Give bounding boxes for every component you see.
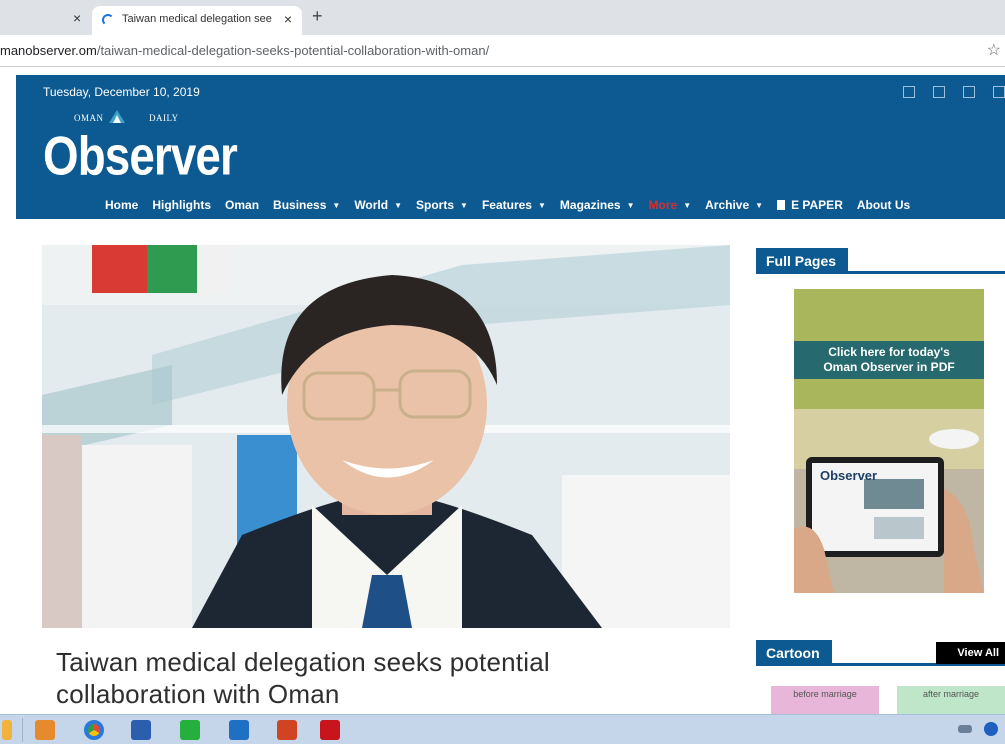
nav-oman[interactable]: Oman: [225, 198, 259, 212]
nav-label: Business: [273, 198, 327, 212]
url-path: /taiwan-medical-delegation-seeks-potenti…: [96, 43, 490, 58]
view-all-button[interactable]: View All: [936, 642, 1005, 664]
nav-epaper[interactable]: E PAPER: [777, 198, 843, 212]
logo-tagline-left: OMAN: [74, 113, 104, 123]
new-tab-button[interactable]: +: [312, 6, 323, 27]
previous-tab-close-button[interactable]: ×: [73, 10, 81, 26]
help-icon[interactable]: [984, 722, 998, 736]
windows-taskbar: [0, 714, 1005, 744]
nav-more[interactable]: More ▼: [649, 198, 692, 212]
promo-line-1: Click here for today's: [828, 345, 950, 359]
nav-world[interactable]: World ▼: [354, 198, 402, 212]
bookmark-star-icon[interactable]: ☆: [987, 40, 1001, 60]
caret-down-icon: ▼: [683, 200, 692, 210]
taskbar-divider: [22, 718, 23, 742]
social-icon[interactable]: [963, 86, 975, 98]
nav-label: About Us: [856, 198, 911, 212]
logo-emblem-icon: [109, 110, 125, 123]
loading-spinner-icon: [102, 14, 114, 26]
social-icon[interactable]: [903, 86, 915, 98]
social-icon[interactable]: [993, 86, 1005, 98]
address-bar[interactable]: manobserver.om/taiwan-medical-delegation…: [0, 35, 1005, 67]
chrome-icon[interactable]: [84, 720, 104, 740]
nav-label: Features: [481, 198, 532, 212]
media-player-icon[interactable]: [35, 720, 55, 740]
nav-label: E PAPER: [791, 198, 843, 212]
outlook-icon[interactable]: [229, 720, 249, 740]
caret-down-icon: ▼: [537, 200, 546, 210]
tablet-illustration: [794, 289, 984, 593]
caret-down-icon: ▼: [460, 200, 468, 210]
caret-down-icon: ▼: [332, 200, 341, 210]
battery-icon[interactable]: [958, 725, 972, 733]
nav-business[interactable]: Business ▼: [273, 198, 340, 212]
main-nav: Home Highlights Oman Business ▼ World ▼ Sp…: [105, 198, 924, 212]
nav-label: Sports: [416, 198, 455, 212]
nav-label: Magazines: [559, 198, 621, 212]
tab-title: Taiwan medical delegation see: [122, 13, 272, 25]
full-pages-divider: [756, 271, 1005, 274]
header-date: Tuesday, December 10, 2019: [43, 85, 200, 99]
browser-tab-active[interactable]: Taiwan medical delegation see ×: [92, 6, 302, 35]
document-icon: [777, 200, 786, 210]
nav-magazines[interactable]: Magazines ▼: [560, 198, 635, 212]
caret-down-icon: ▼: [755, 200, 764, 210]
logo-tagline: OMAN DAILY: [74, 113, 178, 123]
browser-tab-bar: × Taiwan medical delegation see × +: [0, 0, 1005, 35]
cartoon-panel-before[interactable]: before marriage: [771, 686, 879, 716]
epaper-promo-text: Click here for today's Oman Observer in …: [794, 341, 984, 379]
nav-label: Highlights: [152, 198, 212, 212]
portrait-photo: [42, 245, 730, 628]
nav-sports[interactable]: Sports ▼: [416, 198, 468, 212]
logo-wordmark: Observer: [43, 126, 238, 187]
social-icons: [903, 86, 1005, 98]
article-headline[interactable]: Taiwan medical delegation seeks potentia…: [56, 646, 696, 710]
url-domain: manobserver.om: [0, 43, 97, 58]
caret-down-icon: ▼: [626, 200, 635, 210]
promo-line-2: Oman Observer in PDF: [823, 360, 955, 374]
nav-features[interactable]: Features ▼: [482, 198, 546, 212]
nav-label: More: [648, 198, 678, 212]
nav-label: Archive: [705, 198, 750, 212]
ad-paper-name: Observer: [820, 468, 878, 483]
nav-highlights[interactable]: Highlights: [152, 198, 211, 212]
tab-close-button[interactable]: ×: [284, 11, 292, 27]
acrobat-icon[interactable]: [320, 720, 340, 740]
powerpoint-icon[interactable]: [277, 720, 297, 740]
nav-label: Home: [105, 198, 139, 212]
nav-label: Oman: [225, 198, 260, 212]
caret-down-icon: ▼: [394, 200, 403, 210]
site-header: Tuesday, December 10, 2019 OMAN DAILY Ob…: [16, 75, 1005, 219]
url-text[interactable]: manobserver.om/taiwan-medical-delegation…: [0, 43, 489, 58]
word-icon[interactable]: [131, 720, 151, 740]
article-hero-image[interactable]: [42, 245, 730, 628]
nav-home[interactable]: Home: [105, 198, 138, 212]
nav-archive[interactable]: Archive ▼: [705, 198, 763, 212]
epaper-promo-banner[interactable]: Observer Click here for today's Oman Obs…: [794, 289, 984, 593]
nav-label: World: [354, 198, 389, 212]
line-icon[interactable]: [180, 720, 200, 740]
logo-tagline-right: DAILY: [149, 113, 179, 123]
cartoon-panel-after[interactable]: after marriage: [897, 686, 1005, 716]
nav-about-us[interactable]: About Us: [857, 198, 910, 212]
file-explorer-icon[interactable]: [2, 720, 12, 740]
social-icon[interactable]: [933, 86, 945, 98]
